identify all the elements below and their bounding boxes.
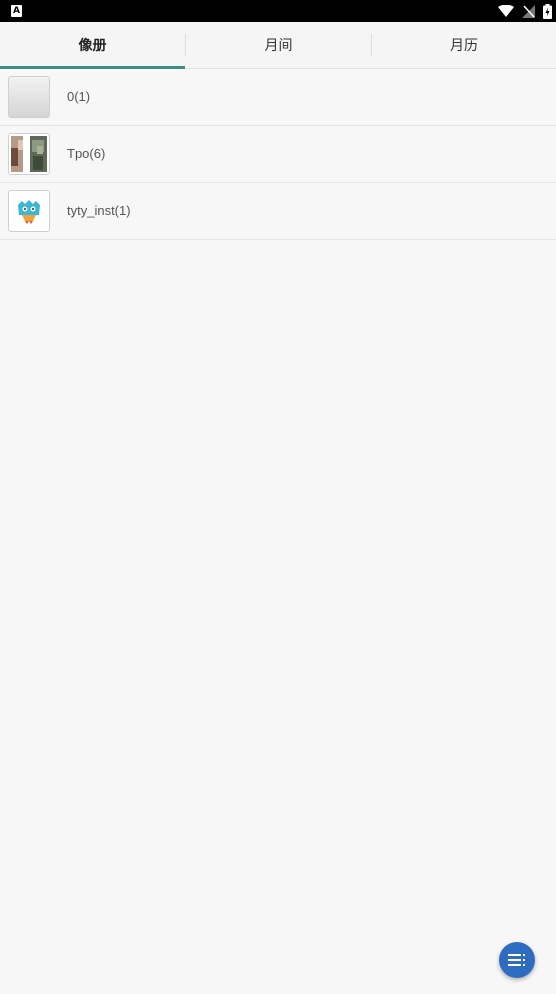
blank-thumbnail xyxy=(8,76,50,118)
status-bar: A xyxy=(0,0,556,22)
tab-album[interactable]: 像册 xyxy=(0,22,185,68)
no-signal-icon xyxy=(522,4,535,18)
monster-icon-thumbnail xyxy=(8,190,50,232)
photo-collage-image xyxy=(9,134,49,174)
battery-charging-icon xyxy=(543,3,552,19)
menu-fab-button[interactable] xyxy=(499,942,535,978)
album-row[interactable]: 0(1) xyxy=(0,69,556,126)
album-row[interactable]: Tpo(6) xyxy=(0,126,556,183)
tab-calendar[interactable]: 月历 xyxy=(372,22,556,68)
album-row[interactable]: tyty_inst(1) xyxy=(0,183,556,240)
wifi-icon xyxy=(498,5,514,17)
album-label: tyty_inst(1) xyxy=(67,203,131,218)
status-icons xyxy=(498,3,552,19)
monster-icon xyxy=(9,191,49,231)
tab-bar: 像册 月间 月历 xyxy=(0,22,556,69)
album-label: 0(1) xyxy=(67,89,91,104)
notification-a-icon: A xyxy=(11,5,22,17)
tab-month[interactable]: 月间 xyxy=(186,22,371,68)
menu-list-icon xyxy=(508,954,525,966)
photo-thumbnail xyxy=(8,133,50,175)
album-label: Tpo(6) xyxy=(67,146,106,161)
album-list: 0(1) Tpo(6) tyty_inst(1) xyxy=(0,69,556,240)
